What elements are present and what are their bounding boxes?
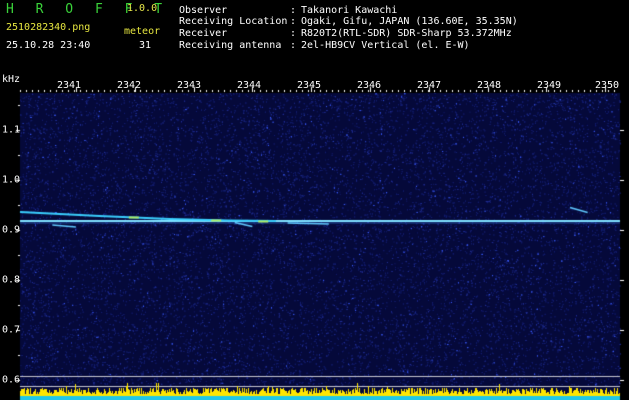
- antenna-row: Receiving antenna:2el-HB9CV Vertical (el…: [179, 40, 470, 51]
- x-tick-label: 2350: [594, 80, 620, 91]
- filename-label: 2510282340.png: [6, 22, 91, 33]
- observer-row: Observer: Takanori Kawachi: [179, 5, 397, 16]
- antenna-separator: :: [290, 40, 297, 51]
- receiver-value: R820T2(RTL-SDR) SDR-Sharp 53.372MHz: [301, 28, 512, 39]
- receiver-row: Receiver: R820T2(RTL-SDR) SDR-Sharp 53.37…: [179, 28, 512, 39]
- x-tick-label: 2348: [476, 80, 502, 91]
- location-value: Ogaki, Gifu, JAPAN (136.60E, 35.35N): [301, 16, 518, 27]
- meteor-label: meteor: [124, 26, 161, 37]
- observer-label: Observer: [179, 5, 228, 16]
- observer-value: Takanori Kawachi: [301, 5, 398, 16]
- receiver-separator: :: [290, 28, 297, 39]
- y-tick-label: 0.8: [2, 274, 21, 286]
- location-row: Receiving Location: Ogaki, Gifu, JAPAN (1…: [179, 16, 518, 27]
- x-tick-label: 2344: [236, 80, 262, 91]
- observer-separator: :: [290, 5, 297, 16]
- x-tick-label: 2345: [296, 80, 322, 91]
- y-axis-unit: kHz: [2, 74, 21, 85]
- spectrogram-canvas: [0, 0, 629, 400]
- y-tick-label: 0.7: [2, 324, 21, 336]
- y-tick-label: 1.1: [2, 124, 21, 136]
- x-tick-label: 2349: [536, 80, 562, 91]
- x-tick-label: 2347: [416, 80, 442, 91]
- x-tick-label: 2343: [176, 80, 202, 91]
- y-tick-label: 1.0: [2, 174, 21, 186]
- y-tick-label: 0.9: [2, 224, 21, 236]
- app-version: 1.0.0: [127, 3, 158, 14]
- y-tick-label: 0.6: [2, 374, 21, 386]
- datetime-label: 25.10.28 23:40: [6, 40, 91, 51]
- x-tick-label: 2342: [116, 80, 142, 91]
- meteor-count: 31: [139, 40, 152, 51]
- x-tick-label: 2346: [356, 80, 382, 91]
- x-tick-label: 2341: [56, 80, 82, 91]
- antenna-value: 2el-HB9CV Vertical (el. E-W): [301, 40, 470, 51]
- location-separator: :: [290, 16, 297, 27]
- location-label: Receiving Location: [179, 16, 288, 27]
- antenna-label: Receiving antenna: [179, 40, 282, 51]
- receiver-label: Receiver: [179, 28, 228, 39]
